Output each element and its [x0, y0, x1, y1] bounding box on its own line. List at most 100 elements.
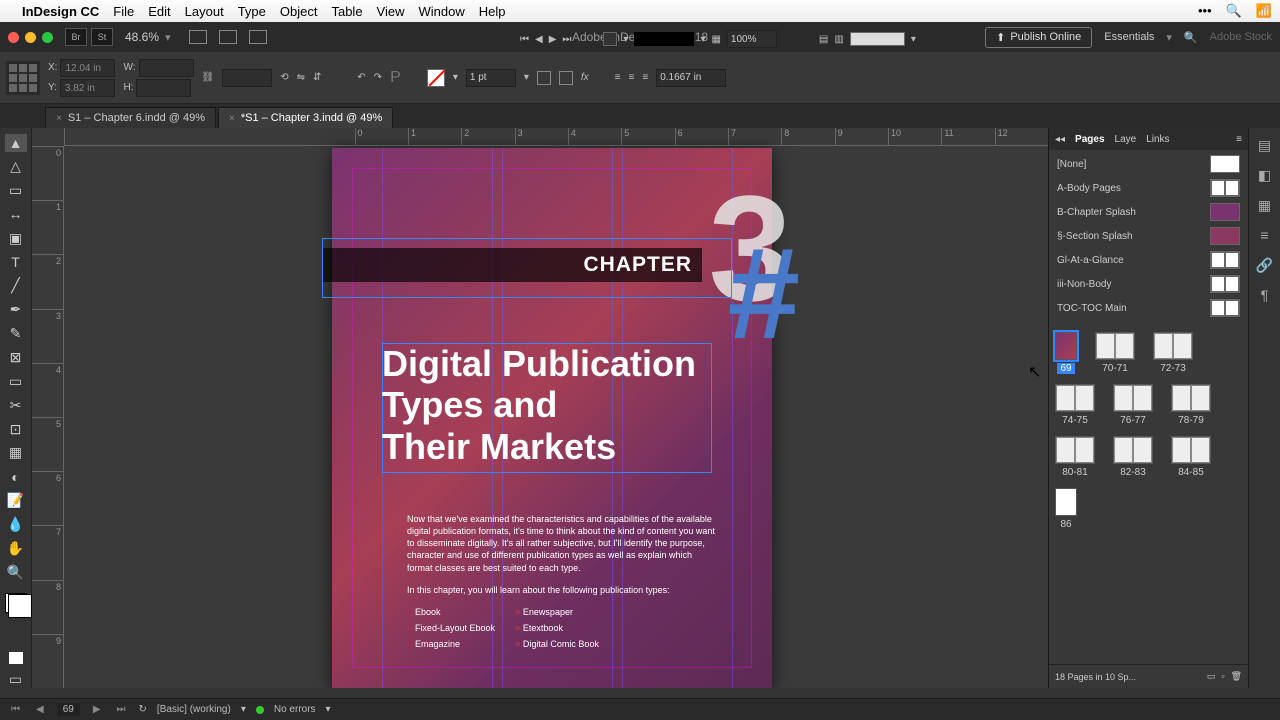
reference-point-grid[interactable] [6, 61, 40, 95]
cc-libraries-icon[interactable]: ▤ [1256, 136, 1274, 154]
line-tool[interactable]: ╱ [5, 277, 27, 295]
chapter-hash[interactable]: # [728, 218, 800, 368]
current-page-field[interactable]: 69 [57, 703, 80, 716]
close-tab-icon[interactable]: × [229, 113, 235, 124]
page-tool[interactable]: ▭ [5, 182, 27, 200]
fit-content-icon[interactable] [559, 71, 573, 85]
gap-tool[interactable]: ↔ [5, 206, 27, 224]
menu-window[interactable]: Window [419, 4, 465, 19]
canvas[interactable]: 0123456789101112 0123456789 3 # CHAPTER … [32, 128, 1048, 688]
master-toc[interactable]: TOC-TOC Main [1049, 296, 1248, 320]
window-controls[interactable] [8, 32, 53, 43]
eyedropper-tool[interactable]: 💧 [5, 516, 27, 534]
w-field[interactable] [139, 59, 194, 77]
workspace-switcher[interactable]: Essentials [1104, 31, 1154, 43]
selection-tool[interactable]: ▲ [5, 134, 27, 152]
page-thumb-82-83[interactable]: 82-83 [1113, 436, 1153, 478]
doc-tab-2[interactable]: ×*S1 – Chapter 3.indd @ 49% [218, 107, 393, 128]
fit-frame-icon[interactable] [537, 71, 551, 85]
tab-layers[interactable]: Laye [1115, 134, 1137, 145]
vertical-ruler[interactable]: 0123456789 [32, 146, 64, 688]
horizontal-ruler[interactable]: 0123456789101112 [64, 128, 1048, 146]
adobe-stock-search[interactable]: Adobe Stock [1210, 31, 1272, 43]
stroke-icon[interactable]: ≡ [1256, 226, 1274, 244]
page-thumb-84-85[interactable]: 84-85 [1171, 436, 1211, 478]
pen-tool[interactable]: ✒ [5, 301, 27, 319]
doc-tab-1[interactable]: ×S1 – Chapter 6.indd @ 49% [45, 107, 216, 128]
link-icon[interactable]: 🔗 [1256, 256, 1274, 274]
text-wrap-icon[interactable]: ▤ [819, 34, 828, 45]
opacity-field[interactable] [727, 30, 777, 48]
flip-h-icon[interactable]: ⇋ [297, 72, 305, 83]
pencil-tool[interactable]: ✎ [5, 325, 27, 343]
app-name[interactable]: InDesign CC [22, 4, 99, 19]
object-style[interactable] [850, 32, 905, 46]
stroke-style[interactable] [634, 32, 694, 46]
align-center-icon[interactable]: ≡ [629, 72, 635, 83]
master-chapter[interactable]: B-Chapter Splash [1049, 200, 1248, 224]
page-thumb-74-75[interactable]: 74-75 [1055, 384, 1095, 426]
gradient-feather-tool[interactable]: ◐ [5, 468, 27, 486]
master-nonbody[interactable]: iii-Non-Body [1049, 272, 1248, 296]
body-text-frame[interactable]: Now that we've examined the characterist… [407, 513, 717, 652]
menu-view[interactable]: View [377, 4, 405, 19]
first-page-icon[interactable]: ⏮ [8, 704, 23, 715]
undo-icon[interactable]: ↶ [357, 72, 365, 83]
page-tool-icon[interactable]: P [390, 69, 401, 87]
fullscreen-icon[interactable] [42, 32, 53, 43]
search-icon[interactable]: 🔍 [1184, 31, 1198, 44]
master-body[interactable]: A-Body Pages [1049, 176, 1248, 200]
menu-object[interactable]: Object [280, 4, 318, 19]
h-field[interactable] [136, 79, 191, 97]
content-collector-tool[interactable]: ▣ [5, 229, 27, 247]
note-tool[interactable]: 📝 [5, 492, 27, 510]
page-thumb-78-79[interactable]: 78-79 [1171, 384, 1211, 426]
fill-swatch[interactable] [427, 69, 445, 87]
first-icon[interactable]: ⏮ [520, 34, 529, 45]
apply-color-icon[interactable] [9, 652, 23, 664]
hand-tool[interactable]: ✋ [5, 539, 27, 557]
zoom-level[interactable]: 48.6% [125, 30, 159, 44]
y-field[interactable]: 3.82 in [60, 79, 115, 97]
view-options-icon[interactable] [189, 30, 207, 44]
menu-layout[interactable]: Layout [185, 4, 224, 19]
next-page-icon[interactable]: ▶ [90, 704, 104, 715]
free-transform-tool[interactable]: ⊡ [5, 420, 27, 438]
document-page[interactable]: 3 # CHAPTER Digital Publication Types an… [332, 148, 772, 688]
new-page-icon[interactable]: ▫ [1221, 671, 1224, 682]
menu-edit[interactable]: Edit [148, 4, 170, 19]
prev-icon[interactable]: ◀ [535, 34, 543, 45]
edit-page-size-icon[interactable]: ▭ [1207, 671, 1216, 682]
swatches-icon[interactable]: ▦ [1256, 196, 1274, 214]
fill-color-icon[interactable] [603, 32, 617, 46]
menu-extras-icon[interactable]: ••• [1198, 3, 1212, 19]
paragraph-styles-icon[interactable]: ¶ [1256, 286, 1274, 304]
page-thumb-70-71[interactable]: 70-71 [1095, 332, 1135, 374]
text-wrap-2-icon[interactable]: ▥ [834, 34, 843, 45]
scale-x-field[interactable] [222, 69, 272, 87]
master-glance[interactable]: Gl-At-a-Glance [1049, 248, 1248, 272]
screen-mode-icon[interactable] [219, 30, 237, 44]
page-thumb-72-73[interactable]: 72-73 [1153, 332, 1193, 374]
next-icon[interactable]: ▶ [549, 34, 557, 45]
direct-selection-tool[interactable]: △ [5, 158, 27, 176]
page-thumb-69[interactable]: 69 [1055, 332, 1077, 374]
master-section[interactable]: §-Section Splash [1049, 224, 1248, 248]
delete-page-icon[interactable]: 🗑 [1231, 671, 1242, 682]
redo-icon[interactable]: ↷ [374, 72, 382, 83]
gradient-swatch-tool[interactable]: ▦ [5, 444, 27, 462]
arrange-docs-icon[interactable] [249, 30, 267, 44]
fx-icon[interactable]: fx [581, 72, 589, 83]
control-menu-icon[interactable]: ✲ [1262, 4, 1270, 15]
fill-stroke-swatch[interactable] [5, 593, 27, 613]
page-thumb-86[interactable]: 86 [1055, 488, 1077, 530]
menu-table[interactable]: Table [331, 4, 362, 19]
flip-v-icon[interactable]: ⇵ [313, 72, 321, 83]
constrain-icon[interactable]: ⛓ [202, 72, 215, 83]
menu-file[interactable]: File [113, 4, 134, 19]
panel-menu-icon[interactable]: ≡ [1236, 134, 1242, 145]
last-icon[interactable]: ⏭ [562, 34, 571, 45]
minimize-icon[interactable] [25, 32, 36, 43]
chevron-down-icon[interactable]: ▾ [165, 31, 171, 44]
rectangle-frame-tool[interactable]: ⊠ [5, 349, 27, 367]
